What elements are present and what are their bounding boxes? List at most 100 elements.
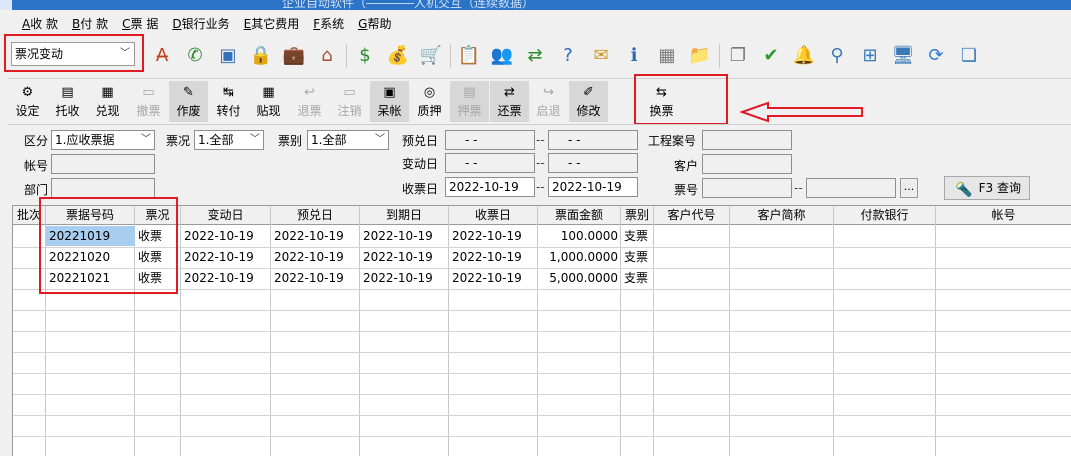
refresh-icon[interactable]: ⟳ (924, 44, 948, 68)
customer-input[interactable] (702, 154, 792, 174)
action-button-6[interactable]: ▦ 贴现 (249, 81, 288, 122)
phone-icon[interactable]: ✆ (183, 44, 207, 68)
menu-label: 帮助 (367, 16, 392, 31)
home-icon[interactable]: ⌂ (315, 44, 339, 68)
table-cell[interactable]: 2022-10-19 (449, 268, 538, 288)
help-doc-icon[interactable]: ? (556, 44, 580, 68)
table-cell[interactable]: 支票 (621, 268, 654, 288)
money-bag-icon[interactable]: 💰 (386, 44, 410, 68)
action-button-8[interactable]: ▭ 注销 (330, 81, 369, 122)
status-select[interactable]: 1.全部 ﹀ (194, 130, 264, 150)
menu-item-e[interactable]: E其它费用 (244, 15, 300, 32)
table-cell[interactable]: 5,000.0000 (538, 268, 621, 288)
menu-item-d[interactable]: D银行业务 (172, 15, 229, 32)
ticket-no-label: 票号 (674, 183, 699, 197)
range-dash: -- (536, 156, 545, 170)
email-icon[interactable]: ✉ (589, 44, 613, 68)
calculator-icon[interactable]: ▦ (655, 44, 679, 68)
folder-icon[interactable]: 📁 (688, 44, 712, 68)
highlight-box-tickets (39, 197, 178, 294)
menu-item-b[interactable]: B付 款 (72, 15, 108, 32)
action-button-0[interactable]: ⚙ 设定 (8, 81, 47, 122)
table-cell[interactable]: 2022-10-19 (271, 268, 360, 288)
action-icon: ⚙ (21, 85, 34, 100)
monitor-icon[interactable]: 🖥 (891, 44, 915, 68)
action-button-12[interactable]: ⇄ 还票 (490, 81, 529, 122)
ticket-no-to[interactable] (806, 178, 896, 198)
info-icon[interactable]: ℹ (622, 44, 646, 68)
action-icon: ▤ (61, 85, 74, 100)
change-date-from[interactable]: - - (445, 153, 535, 173)
table-cell[interactable]: 2022-10-19 (181, 268, 271, 288)
action-label: 兑现 (95, 104, 120, 118)
magnifier-icon[interactable]: ⚲ (825, 44, 849, 68)
action-button-10[interactable]: ◎ 质押 (410, 81, 449, 122)
clipboard-icon[interactable]: 📋 (457, 44, 481, 68)
dollar-coin-icon[interactable]: $ (353, 44, 377, 68)
table-cell[interactable]: 2022-10-19 (360, 268, 449, 288)
action-button-14[interactable]: ✐ 修改 (569, 81, 608, 122)
lock-icon[interactable]: 🔒 (249, 44, 273, 68)
action-label: 贴现 (256, 104, 281, 118)
action-button-13[interactable]: ↪ 启退 (529, 81, 568, 122)
briefcase-icon[interactable]: 💼 (282, 44, 306, 68)
action-button-5[interactable]: ↹ 转付 (209, 81, 248, 122)
action-label: 作废 (176, 104, 201, 118)
check-circle-icon[interactable]: ✔ (759, 44, 783, 68)
receive-date-to[interactable]: 2022-10-19 (548, 177, 638, 197)
menu-item-f[interactable]: F系统 (313, 15, 344, 32)
filter-panel: 区分 1.应收票据 ﹀ 票况 1.全部 ﹀ 票别 1.全部 ﹀ 预兑日 - - … (8, 124, 1071, 202)
table-cell[interactable]: 2022-10-19 (360, 226, 449, 246)
category-select[interactable]: 1.应收票据 ﹀ (51, 130, 155, 150)
table-cell[interactable]: 支票 (621, 247, 654, 267)
category-select-value: 1.应收票据 (55, 133, 115, 147)
change-date-from-value: - - (465, 156, 478, 170)
table-cell[interactable]: 100.0000 (538, 226, 621, 246)
action-button-7[interactable]: ↩ 退票 (290, 81, 329, 122)
menu-item-c[interactable]: C票 据 (122, 15, 158, 32)
table-cell[interactable]: 支票 (621, 226, 654, 246)
action-button-3[interactable]: ▭ 撤票 (129, 81, 168, 122)
menu-item-g[interactable]: G帮助 (358, 15, 391, 32)
bell-icon[interactable]: 🔔 (792, 44, 816, 68)
account-input[interactable] (51, 154, 155, 174)
department-input[interactable] (51, 178, 155, 198)
table-cell[interactable]: 2022-10-19 (271, 226, 360, 246)
menu-item-a[interactable]: A收 款 (22, 15, 58, 32)
org-chart-icon[interactable]: ⊞ (858, 44, 882, 68)
range-dash: -- (536, 180, 545, 194)
transfer-icon[interactable]: ⇄ (523, 44, 547, 68)
expected-date-to-value: - - (568, 133, 581, 147)
grid-row-line (13, 331, 1071, 332)
copy-icon[interactable]: ❐ (726, 44, 750, 68)
computer-icon[interactable]: ▣ (216, 44, 240, 68)
browse-button[interactable]: ... (900, 178, 918, 198)
spell-check-icon[interactable]: A̶ (150, 44, 174, 68)
action-icon: ↹ (223, 85, 234, 100)
table-cell[interactable]: 2022-10-19 (181, 247, 271, 267)
project-input[interactable] (702, 130, 792, 150)
query-button[interactable]: 🔦 F3 查询 (944, 176, 1030, 200)
type-select[interactable]: 1.全部 ﹀ (307, 130, 389, 150)
table-cell[interactable]: 2022-10-19 (271, 247, 360, 267)
action-button-11[interactable]: ▤ 押票 (450, 81, 489, 122)
change-date-to[interactable]: - - (548, 153, 638, 173)
action-button-4[interactable]: ✎ 作废 (169, 81, 208, 122)
table-cell[interactable]: 2022-10-19 (449, 226, 538, 246)
action-button-9[interactable]: ▣ 呆帐 (370, 81, 409, 122)
action-button-1[interactable]: ▤ 托收 (48, 81, 87, 122)
expected-date-from[interactable]: - - (445, 130, 535, 150)
receive-date-from[interactable]: 2022-10-19 (445, 177, 535, 197)
action-button-2[interactable]: ▦ 兑现 (88, 81, 127, 122)
toolbar-icons: A̶ ✆ ▣ 🔒 💼 ⌂ $ 💰 🛒 📋 👥 ⇄? ✉ ℹ ▦ 📁 ❐ ✔ 🔔 ⚲ ⊞ 🖥 ⟳ ❏ (150, 41, 990, 71)
ticket-no-from[interactable] (702, 178, 792, 198)
table-cell[interactable]: 2022-10-19 (449, 247, 538, 267)
table-cell[interactable]: 2022-10-19 (360, 247, 449, 267)
windows-icon[interactable]: ❏ (957, 44, 981, 68)
shopping-cart-icon[interactable]: 🛒 (419, 44, 443, 68)
table-cell[interactable]: 2022-10-19 (181, 226, 271, 246)
chevron-down-icon: ﹀ (141, 134, 151, 145)
expected-date-to[interactable]: - - (548, 130, 638, 150)
users-icon[interactable]: 👥 (490, 44, 514, 68)
table-cell[interactable]: 1,000.0000 (538, 247, 621, 267)
